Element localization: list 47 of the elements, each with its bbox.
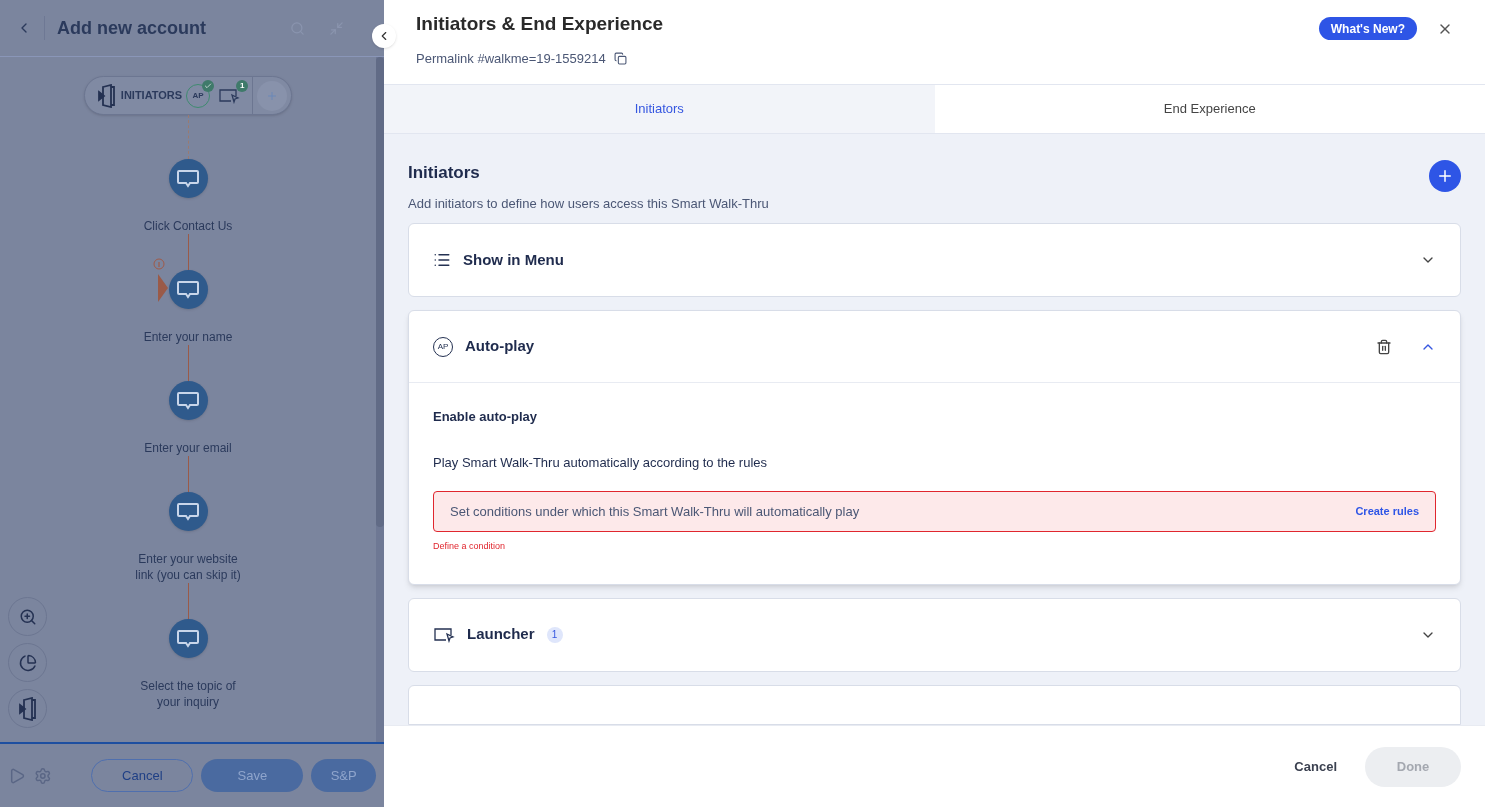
error-text: Define a condition xyxy=(433,540,507,553)
create-rules-link[interactable]: Create rules xyxy=(1355,503,1419,520)
speech-bubble-icon xyxy=(176,279,200,300)
flow-title: Add new account xyxy=(57,16,207,40)
count-badge: 1 xyxy=(546,626,563,643)
accordion-title[interactable]: Launcher xyxy=(467,623,535,646)
pie-chart-icon xyxy=(18,653,37,672)
accordion-title[interactable]: Auto-play xyxy=(465,335,535,358)
step-node[interactable] xyxy=(168,159,208,198)
door-icon xyxy=(17,696,38,721)
step-label: Enter your name xyxy=(142,329,234,345)
copy-icon[interactable] xyxy=(613,51,627,65)
count-badge: 1 xyxy=(236,79,249,92)
initiators-label: INITIATORS xyxy=(120,88,183,104)
section-title: Initiators xyxy=(408,162,481,184)
permalink-text: Permalink #walkme=19-1559214 xyxy=(416,49,606,68)
speech-bubble-icon xyxy=(176,628,200,649)
cancel-button[interactable]: Cancel xyxy=(1286,746,1345,787)
add-initiator-button[interactable] xyxy=(1429,160,1461,192)
enable-label: Enable auto-play xyxy=(433,408,539,426)
speech-bubble-icon xyxy=(176,390,200,411)
list-icon xyxy=(433,251,451,269)
launcher-icon xyxy=(433,626,455,643)
initiators-bar[interactable]: INITIATORS AP 1 xyxy=(83,76,293,115)
step-node[interactable] xyxy=(168,270,208,309)
step-label: Enter your website link (you can skip it) xyxy=(134,551,242,583)
step-node[interactable] xyxy=(168,381,208,420)
zoom-in-icon xyxy=(18,607,37,626)
step-label: Enter your email xyxy=(143,440,233,456)
launcher-icon xyxy=(218,87,241,104)
step-label: Click Contact Us xyxy=(142,218,234,234)
door-icon xyxy=(96,83,117,108)
tab[interactable]: Initiators xyxy=(384,85,935,133)
section-subtitle: Add initiators to define how users access this Smart Walk-Thru xyxy=(408,194,770,213)
speech-bubble-icon xyxy=(176,501,200,522)
delete-icon[interactable] xyxy=(1376,338,1392,355)
step-node[interactable] xyxy=(168,619,208,658)
accordion-title[interactable]: Show in Menu xyxy=(463,248,564,272)
step-node[interactable] xyxy=(168,492,208,531)
scrollbar-thumb[interactable] xyxy=(376,57,384,527)
step-label: Select the topic of your inquiry xyxy=(139,678,237,710)
plus-icon xyxy=(1436,167,1454,185)
condition-text: Set conditions under which this Smart Walk-Thru will automatically play xyxy=(450,502,861,521)
whats-new-button[interactable]: What's New? xyxy=(1318,17,1417,40)
description-text: Play Smart Walk-Thru automatically according to the rules xyxy=(433,453,769,472)
speech-bubble-icon xyxy=(176,168,200,189)
panel-title: Initiators & End Experience xyxy=(416,12,665,36)
